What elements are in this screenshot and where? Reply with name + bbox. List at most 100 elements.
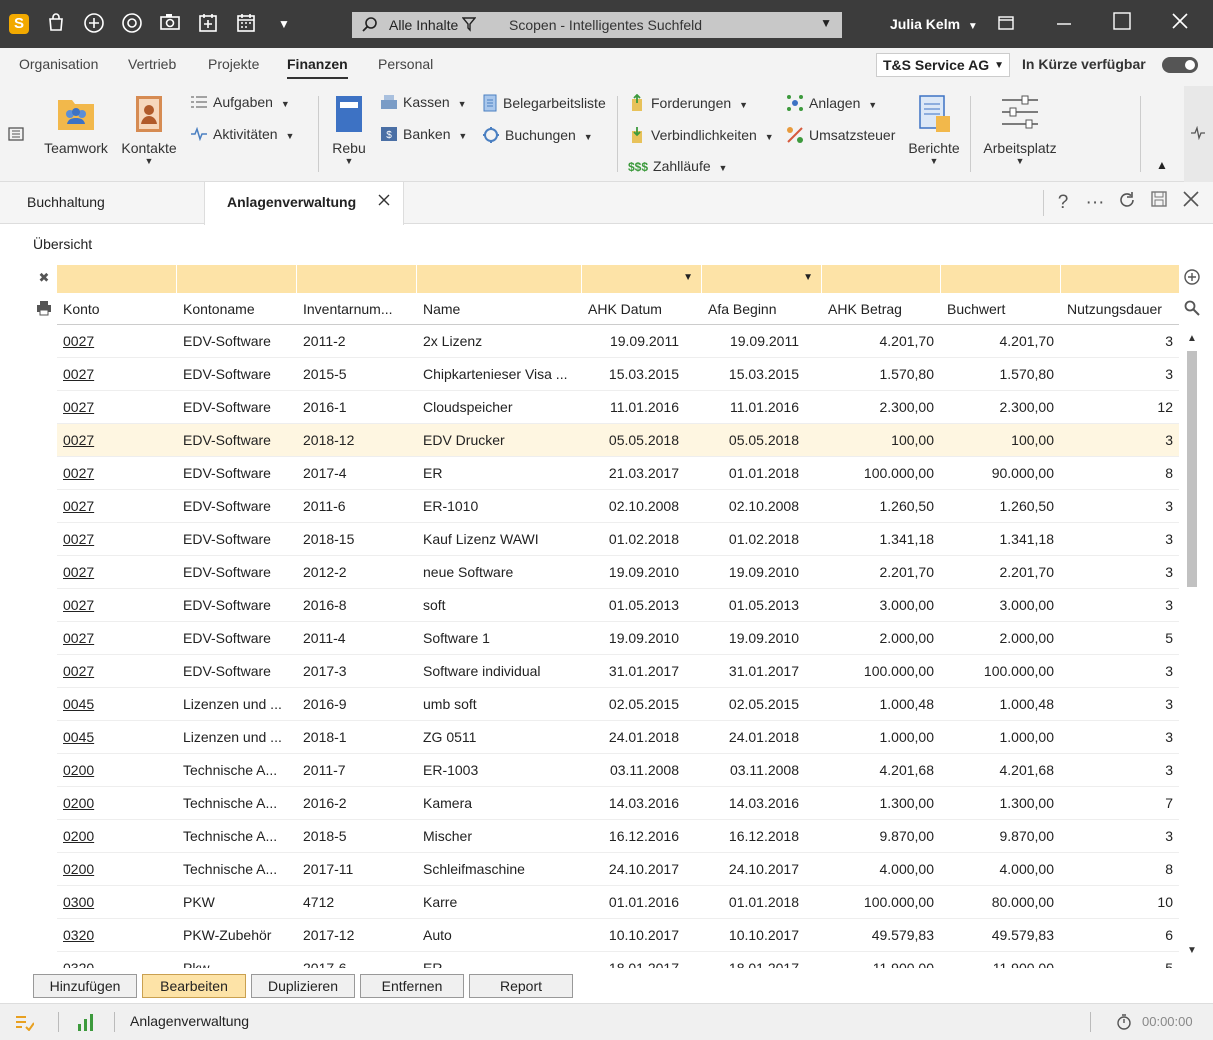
table-row[interactable]: 0027 EDV-Software 2017-4 ER 21.03.2017 01.01.… [57,457,1179,490]
cell-konto[interactable]: 0027 [63,333,163,349]
help-icon[interactable]: ? [1050,190,1076,216]
cell-konto[interactable]: 0027 [63,432,163,448]
kassen-button[interactable]: Kassen ▼ [380,94,467,113]
tab-anlagenverwaltung[interactable]: Anlagenverwaltung [204,182,404,225]
lifebuoy-icon[interactable] [120,12,144,36]
cell-konto[interactable]: 0027 [63,531,163,547]
banken-button[interactable]: $ Banken ▼ [380,126,467,145]
close-tab-icon[interactable] [377,193,391,210]
cell-konto[interactable]: 0045 [63,729,163,745]
bearbeiten-button[interactable]: Bearbeiten [142,974,246,998]
table-row[interactable]: 0027 EDV-Software 2018-12 EDV Drucker 05.05.… [57,424,1179,457]
table-row[interactable]: 0027 EDV-Software 2015-5 Chipkartenieser Vi… [57,358,1179,391]
column-header-ahk-datum[interactable]: AHK Datum [588,301,662,317]
table-row[interactable]: 0320 PKW-Zubehör 2017-12 Auto 10.10.2017 10.1… [57,919,1179,952]
cell-konto[interactable]: 0027 [63,564,163,580]
user-menu[interactable]: Julia Kelm ▼ [890,16,978,32]
table-row[interactable]: 0027 EDV-Software 2017-3 Software individua… [57,655,1179,688]
arbeitsplatz-button[interactable]: Arbeitsplatz ▼ [980,94,1060,166]
filter-ahk-betrag[interactable] [822,265,941,293]
calendar-icon[interactable] [234,12,258,36]
rebu-button[interactable]: Rebu ▼ [328,94,370,166]
duplizieren-button[interactable]: Duplizieren [251,974,355,998]
cell-konto[interactable]: 0027 [63,498,163,514]
vertical-scrollbar[interactable]: ▲ ▼ [1183,325,1201,968]
table-row[interactable]: 0200 Technische A... 2018-5 Mischer 16.12.20… [57,820,1179,853]
cell-konto[interactable]: 0320 [63,960,163,968]
soon-toggle[interactable] [1162,57,1198,73]
maximize-button[interactable] [1107,10,1137,38]
column-header-kontoname[interactable]: Kontoname [183,301,255,317]
filter-ahk-datum-dropdown-icon[interactable]: ▼ [683,272,693,283]
print-icon[interactable] [35,300,53,318]
filter-buchwert[interactable] [941,265,1061,293]
entfernen-button[interactable]: Entfernen [360,974,464,998]
search-dropdown-icon[interactable]: ▼ [820,16,832,30]
anlagen-button[interactable]: Anlagen ▼ [786,94,877,115]
cell-konto[interactable]: 0027 [63,597,163,613]
table-row[interactable]: 0027 EDV-Software 2016-1 Cloudspeicher 11.01… [57,391,1179,424]
umsatzsteuer-button[interactable]: Umsatzsteuer [786,126,895,147]
aufgaben-button[interactable]: Aufgaben ▼ [190,94,290,112]
scrollbar-thumb[interactable] [1187,351,1197,587]
cell-konto[interactable]: 0200 [63,861,163,877]
window-icon[interactable] [991,10,1021,38]
table-row[interactable]: 0027 EDV-Software 2011-4 Software 1 19.09.20… [57,622,1179,655]
scroll-up-icon[interactable]: ▲ [1187,333,1197,344]
filter-afa-beginn-dropdown-icon[interactable]: ▼ [803,272,813,283]
column-header-name[interactable]: Name [423,301,460,317]
cell-konto[interactable]: 0027 [63,663,163,679]
table-row[interactable]: 0045 Lizenzen und ... 2016-9 umb soft 02.05.… [57,688,1179,721]
zahllaeufe-button[interactable]: $$$ Zahlläufe ▼ [628,158,727,174]
table-row[interactable]: 0027 EDV-Software 2011-6 ER-1010 02.10.2008 0… [57,490,1179,523]
cell-konto[interactable]: 0027 [63,630,163,646]
column-header-buchwert[interactable]: Buchwert [947,301,1005,317]
cell-konto[interactable]: 0045 [63,696,163,712]
column-header-konto[interactable]: Konto [63,301,100,317]
close-window-button[interactable] [1165,10,1195,38]
verbindlichkeiten-button[interactable]: Verbindlichkeiten ▼ [628,126,774,147]
buchungen-button[interactable]: Buchungen ▼ [482,126,593,147]
stopwatch-icon[interactable] [1116,1013,1132,1034]
nav-vertrieb[interactable]: Vertrieb [128,56,176,72]
column-header-afa-beginn[interactable]: Afa Beginn [708,301,777,317]
berichte-button[interactable]: Berichte ▼ [904,94,964,166]
table-row[interactable]: 0300 PKW 4712 Karre 01.01.2016 01.01.2018 100.… [57,886,1179,919]
table-row[interactable]: 0320 Pkw 2017-6 ER 18.01.2017 18.01.2017 11.90… [57,952,1179,968]
table-row[interactable]: 0200 Technische A... 2011-7 ER-1003 03.11.20… [57,754,1179,787]
cell-konto[interactable]: 0027 [63,399,163,415]
cell-konto[interactable]: 0200 [63,762,163,778]
kontakte-button[interactable]: Kontakte ▼ [118,94,180,166]
cell-konto[interactable]: 0320 [63,927,163,943]
table-row[interactable]: 0027 EDV-Software 2016-8 soft 01.05.2013 01.0… [57,589,1179,622]
filter-icon[interactable] [461,16,477,35]
table-row[interactable]: 0027 EDV-Software 2011-2 2x Lizenz 19.09.201… [57,325,1179,358]
nav-finanzen[interactable]: Finanzen [287,56,348,79]
clear-filter-icon[interactable]: ✖ [35,270,53,288]
save-icon[interactable] [1146,190,1172,216]
ribbon-panel-icon[interactable] [8,126,24,145]
close-document-icon[interactable] [1178,190,1204,216]
table-row[interactable]: 0027 EDV-Software 2018-15 Kauf Lizenz WAWI 0… [57,523,1179,556]
search-field[interactable]: Alle Inhalte Scopen - Intelligentes Such… [352,12,842,38]
scroll-down-icon[interactable]: ▼ [1187,945,1197,956]
search-scope[interactable]: Alle Inhalte [389,17,458,33]
cell-konto[interactable]: 0027 [63,465,163,481]
refresh-icon[interactable] [1114,190,1140,216]
tasks-status-icon[interactable] [14,1013,35,1034]
report-button[interactable]: Report [469,974,573,998]
filter-inventarnummer[interactable] [297,265,417,293]
company-select[interactable]: T&S Service AG ▼ [876,53,1010,77]
filter-ahk-datum[interactable]: ▼ [582,265,702,293]
minimize-button[interactable] [1049,10,1079,38]
cell-konto[interactable]: 0300 [63,894,163,910]
table-row[interactable]: 0200 Technische A... 2016-2 Kamera 14.03.201… [57,787,1179,820]
column-header-nutzungsdauer[interactable]: Nutzungsdauer [1067,301,1162,317]
filter-afa-beginn[interactable]: ▼ [702,265,822,293]
nav-organisation[interactable]: Organisation [19,56,98,72]
filter-nutzungsdauer[interactable] [1061,265,1179,293]
nav-personal[interactable]: Personal [378,56,433,72]
column-header-inventarnummer[interactable]: Inventarnum... [303,301,393,317]
bag-icon[interactable] [44,12,68,36]
hinzufuegen-button[interactable]: Hinzufügen [33,974,137,998]
